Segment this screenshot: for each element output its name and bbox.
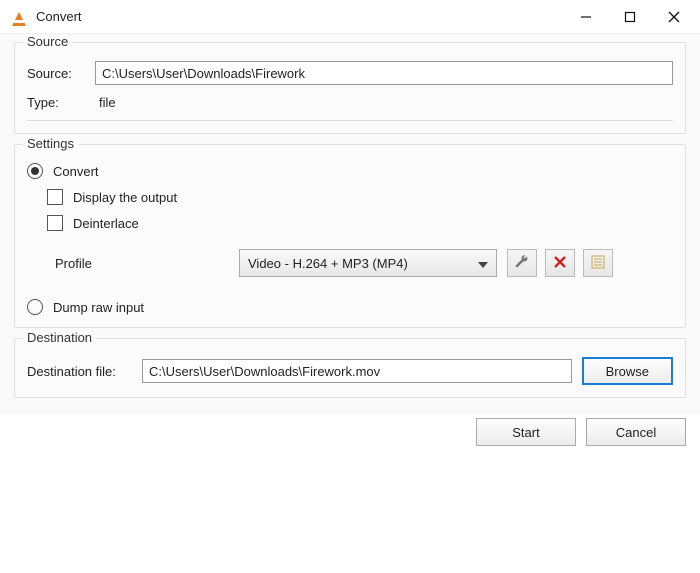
deinterlace-label: Deinterlace (73, 216, 139, 231)
delete-x-icon (553, 255, 567, 272)
deinterlace-checkbox[interactable] (47, 215, 63, 231)
vlc-cone-icon (10, 8, 28, 26)
content-area: Source Source: Type: file Settings Conve… (0, 34, 700, 414)
source-input[interactable] (95, 61, 673, 85)
maximize-button[interactable] (608, 2, 652, 32)
convert-radio-row[interactable]: Convert (27, 163, 673, 179)
deinterlace-row[interactable]: Deinterlace (47, 215, 673, 231)
display-output-label: Display the output (73, 190, 177, 205)
dump-raw-row[interactable]: Dump raw input (27, 299, 673, 315)
settings-legend: Settings (23, 136, 78, 151)
delete-profile-button[interactable] (545, 249, 575, 277)
window-title: Convert (36, 9, 564, 24)
minimize-button[interactable] (564, 2, 608, 32)
close-button[interactable] (652, 2, 696, 32)
dump-raw-radio[interactable] (27, 299, 43, 315)
source-label: Source: (27, 66, 95, 81)
edit-profile-button[interactable] (507, 249, 537, 277)
type-label: Type: (27, 95, 95, 110)
type-value: file (95, 95, 116, 110)
convert-radio[interactable] (27, 163, 43, 179)
start-button[interactable]: Start (476, 418, 576, 446)
start-button-label: Start (512, 425, 539, 440)
titlebar: Convert (0, 0, 700, 34)
convert-radio-label: Convert (53, 164, 99, 179)
source-divider (27, 120, 673, 121)
browse-button[interactable]: Browse (582, 357, 673, 385)
window-controls (564, 2, 696, 32)
wrench-icon (514, 254, 530, 273)
new-profile-button[interactable] (583, 249, 613, 277)
cancel-button-label: Cancel (616, 425, 656, 440)
profile-selected-value: Video - H.264 + MP3 (MP4) (248, 256, 408, 271)
destination-group: Destination Destination file: Browse (14, 338, 686, 398)
destination-legend: Destination (23, 330, 96, 345)
display-output-checkbox[interactable] (47, 189, 63, 205)
chevron-down-icon (478, 256, 488, 271)
profile-select[interactable]: Video - H.264 + MP3 (MP4) (239, 249, 497, 277)
profile-label: Profile (27, 256, 239, 271)
display-output-row[interactable]: Display the output (47, 189, 673, 205)
dump-raw-label: Dump raw input (53, 300, 144, 315)
cancel-button[interactable]: Cancel (586, 418, 686, 446)
source-legend: Source (23, 34, 72, 49)
destination-input[interactable] (142, 359, 572, 383)
source-group: Source Source: Type: file (14, 42, 686, 134)
dialog-footer: Start Cancel (0, 414, 700, 458)
destination-label: Destination file: (27, 364, 142, 379)
settings-group: Settings Convert Display the output Dein… (14, 144, 686, 328)
new-list-icon (590, 254, 606, 273)
browse-button-label: Browse (606, 364, 649, 379)
